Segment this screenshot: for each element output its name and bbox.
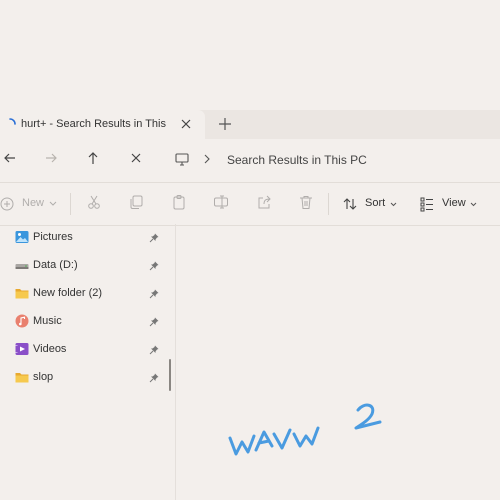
folder-icon	[15, 370, 29, 384]
paste-icon[interactable]	[171, 194, 187, 210]
sidebar-scrollbar[interactable]	[169, 359, 171, 391]
tab-title: hurt+ - Search Results in This P	[21, 118, 169, 130]
command-bar: New Sort View	[0, 182, 500, 226]
sidebar-item-data-drive[interactable]: Data (D:)	[0, 253, 166, 279]
pictures-icon	[15, 230, 29, 244]
pin-icon[interactable]	[149, 373, 159, 383]
toolbar-divider	[70, 193, 71, 215]
chevron-right-icon[interactable]	[202, 153, 212, 165]
sort-button[interactable]: Sort	[342, 194, 404, 214]
music-icon	[15, 314, 29, 328]
view-label: View	[442, 197, 466, 209]
sidebar-item-music[interactable]: Music	[0, 309, 166, 335]
sidebar-item-pictures[interactable]: Pictures	[0, 225, 166, 251]
pin-icon[interactable]	[149, 289, 159, 299]
chevron-down-icon	[390, 202, 397, 207]
pin-icon[interactable]	[149, 345, 159, 355]
view-button[interactable]: View	[420, 194, 482, 214]
pin-icon[interactable]	[149, 233, 159, 243]
sidebar-item-label: Data (D:)	[33, 259, 78, 271]
toolbar-divider	[328, 193, 329, 215]
share-icon[interactable]	[256, 194, 272, 210]
breadcrumb[interactable]: Search Results in This PC	[227, 153, 367, 167]
folder-icon	[15, 286, 29, 300]
stop-search-icon[interactable]	[128, 150, 144, 166]
close-tab-icon[interactable]	[179, 117, 193, 131]
pin-icon[interactable]	[149, 317, 159, 327]
back-arrow-icon[interactable]	[2, 150, 18, 166]
this-pc-icon	[174, 151, 190, 167]
sidebar-item-videos[interactable]: Videos	[0, 337, 166, 363]
up-arrow-icon[interactable]	[85, 150, 101, 166]
navigation-pane: Pictures Data (D:) New folder (2) Music	[0, 224, 172, 500]
videos-icon	[15, 342, 29, 356]
handwritten-scribble	[228, 403, 382, 456]
sidebar-item-label: New folder (2)	[33, 287, 103, 299]
pane-divider[interactable]	[175, 224, 176, 500]
view-list-icon	[420, 196, 434, 212]
sidebar-item-new-folder-2[interactable]: New folder (2)	[0, 281, 166, 307]
delete-icon[interactable]	[298, 194, 314, 210]
new-button[interactable]: New	[0, 194, 70, 214]
copy-icon[interactable]	[128, 194, 144, 210]
pin-icon[interactable]	[149, 261, 159, 271]
forward-arrow-icon[interactable]	[43, 150, 59, 166]
new-label: New	[22, 197, 45, 209]
tab-search-results[interactable]: hurt+ - Search Results in This P	[0, 110, 205, 139]
sidebar-item-label: Music	[33, 315, 62, 327]
sidebar-item-label: slop	[33, 371, 54, 383]
sort-label: Sort	[365, 197, 386, 209]
sidebar-item-label: Videos	[33, 343, 67, 355]
plus-circle-icon	[0, 197, 14, 211]
chevron-down-icon	[470, 202, 477, 207]
address-bar[interactable]: Search Results in This PC	[162, 146, 500, 173]
sidebar-item-label: Pictures	[33, 231, 73, 243]
loading-spinner-icon	[3, 117, 17, 131]
rename-icon[interactable]	[213, 194, 229, 210]
drive-icon	[15, 258, 29, 272]
sidebar-item-slop[interactable]: slop	[0, 365, 166, 391]
cut-icon[interactable]	[86, 194, 102, 210]
sort-icon	[342, 196, 358, 212]
tab-strip: hurt+ - Search Results in This P	[0, 110, 500, 139]
new-tab-icon[interactable]	[217, 116, 233, 132]
chevron-down-icon	[49, 201, 57, 207]
